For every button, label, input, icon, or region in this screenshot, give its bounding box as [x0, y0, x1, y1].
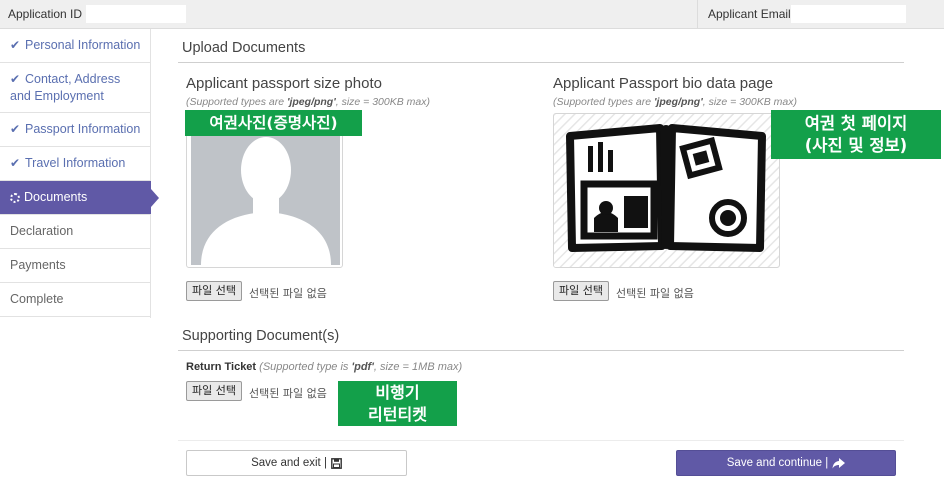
sidebar-item-label: Declaration	[10, 224, 74, 238]
sidebar-item-complete[interactable]: Complete	[0, 283, 151, 317]
section-divider	[178, 62, 904, 63]
bio-page-choose-file-button[interactable]: 파일 선택	[553, 281, 609, 301]
floppy-disk-icon	[331, 457, 342, 469]
passport-photo-preview	[186, 113, 343, 268]
save-and-exit-label: Save and exit |	[251, 457, 327, 469]
return-ticket-label: Return Ticket (Supported type is 'pdf', …	[186, 361, 463, 373]
passport-photo-supported-types: (Supported types are 'jpeg/png', size = …	[186, 96, 430, 108]
spinner-icon	[10, 192, 20, 203]
sidebar-item-label: Personal Information	[25, 38, 141, 52]
bio-page-annotation: 여권 첫 페이지 (사진 및 정보)	[771, 110, 941, 159]
check-icon: ✔	[10, 122, 21, 136]
sidebar-item-declaration[interactable]: Declaration	[0, 215, 151, 249]
bio-page-file-status: 선택된 파일 없음	[616, 287, 694, 300]
bio-page-title: Applicant Passport bio data page	[553, 75, 774, 92]
bio-page-supported-types: (Supported types are 'jpeg/png', size = …	[553, 96, 797, 108]
supporting-documents-title: Supporting Document(s)	[182, 328, 340, 344]
sidebar-item-payments[interactable]: Payments	[0, 249, 151, 283]
passport-photo-choose-file-button[interactable]: 파일 선택	[186, 281, 242, 301]
application-id-value	[86, 5, 186, 23]
return-ticket-annotation: 비행기 리턴티켓	[338, 381, 457, 426]
save-and-continue-button[interactable]: Save and continue |	[676, 450, 896, 476]
footer-divider	[178, 440, 904, 441]
return-ticket-choose-file-button[interactable]: 파일 선택	[186, 381, 242, 401]
passport-photo-annotation: 여권사진(증명사진)	[185, 110, 362, 136]
sidebar-item-travel-information[interactable]: ✔ Travel Information	[0, 147, 151, 181]
check-icon: ✔	[10, 72, 21, 86]
person-silhouette-icon	[191, 118, 340, 265]
sidebar-item-documents[interactable]: Documents	[0, 181, 159, 215]
applicant-email-value	[791, 5, 906, 23]
sidebar-item-contact-address[interactable]: ✔ Contact, Address and Employment	[0, 63, 151, 113]
save-and-exit-button[interactable]: Save and exit |	[186, 450, 407, 476]
section-divider	[178, 350, 904, 351]
applicant-email-label: Applicant Email :	[708, 7, 798, 21]
sidebar-item-label: Passport Information	[25, 122, 141, 136]
top-bar-divider	[697, 0, 698, 29]
sidebar-item-label: Documents	[24, 190, 88, 204]
save-and-continue-label: Save and continue |	[726, 457, 829, 469]
return-ticket-file-status: 선택된 파일 없음	[249, 387, 327, 400]
open-passport-icon	[554, 114, 779, 267]
sidebar: ✔ Personal Information ✔ Contact, Address…	[0, 29, 159, 318]
sidebar-item-personal-information[interactable]: ✔ Personal Information	[0, 29, 151, 63]
sidebar-item-label: ✔ Contact, Address and Employment	[10, 72, 121, 103]
share-arrow-icon	[832, 457, 846, 469]
passport-photo-title: Applicant passport size photo	[186, 75, 382, 92]
sidebar-item-passport-information[interactable]: ✔ Passport Information	[0, 113, 151, 147]
passport-photo-file-status: 선택된 파일 없음	[249, 287, 327, 300]
upload-documents-title: Upload Documents	[182, 40, 306, 56]
check-icon: ✔	[10, 38, 21, 52]
sidebar-item-label: Payments	[10, 258, 66, 272]
application-id-label: Application ID :	[8, 7, 89, 21]
sidebar-item-label: Travel Information	[25, 156, 126, 170]
top-bar: Application ID : Applicant Email :	[0, 0, 944, 29]
sidebar-item-label: Complete	[10, 292, 64, 306]
bio-page-preview	[553, 113, 780, 268]
check-icon: ✔	[10, 156, 21, 170]
